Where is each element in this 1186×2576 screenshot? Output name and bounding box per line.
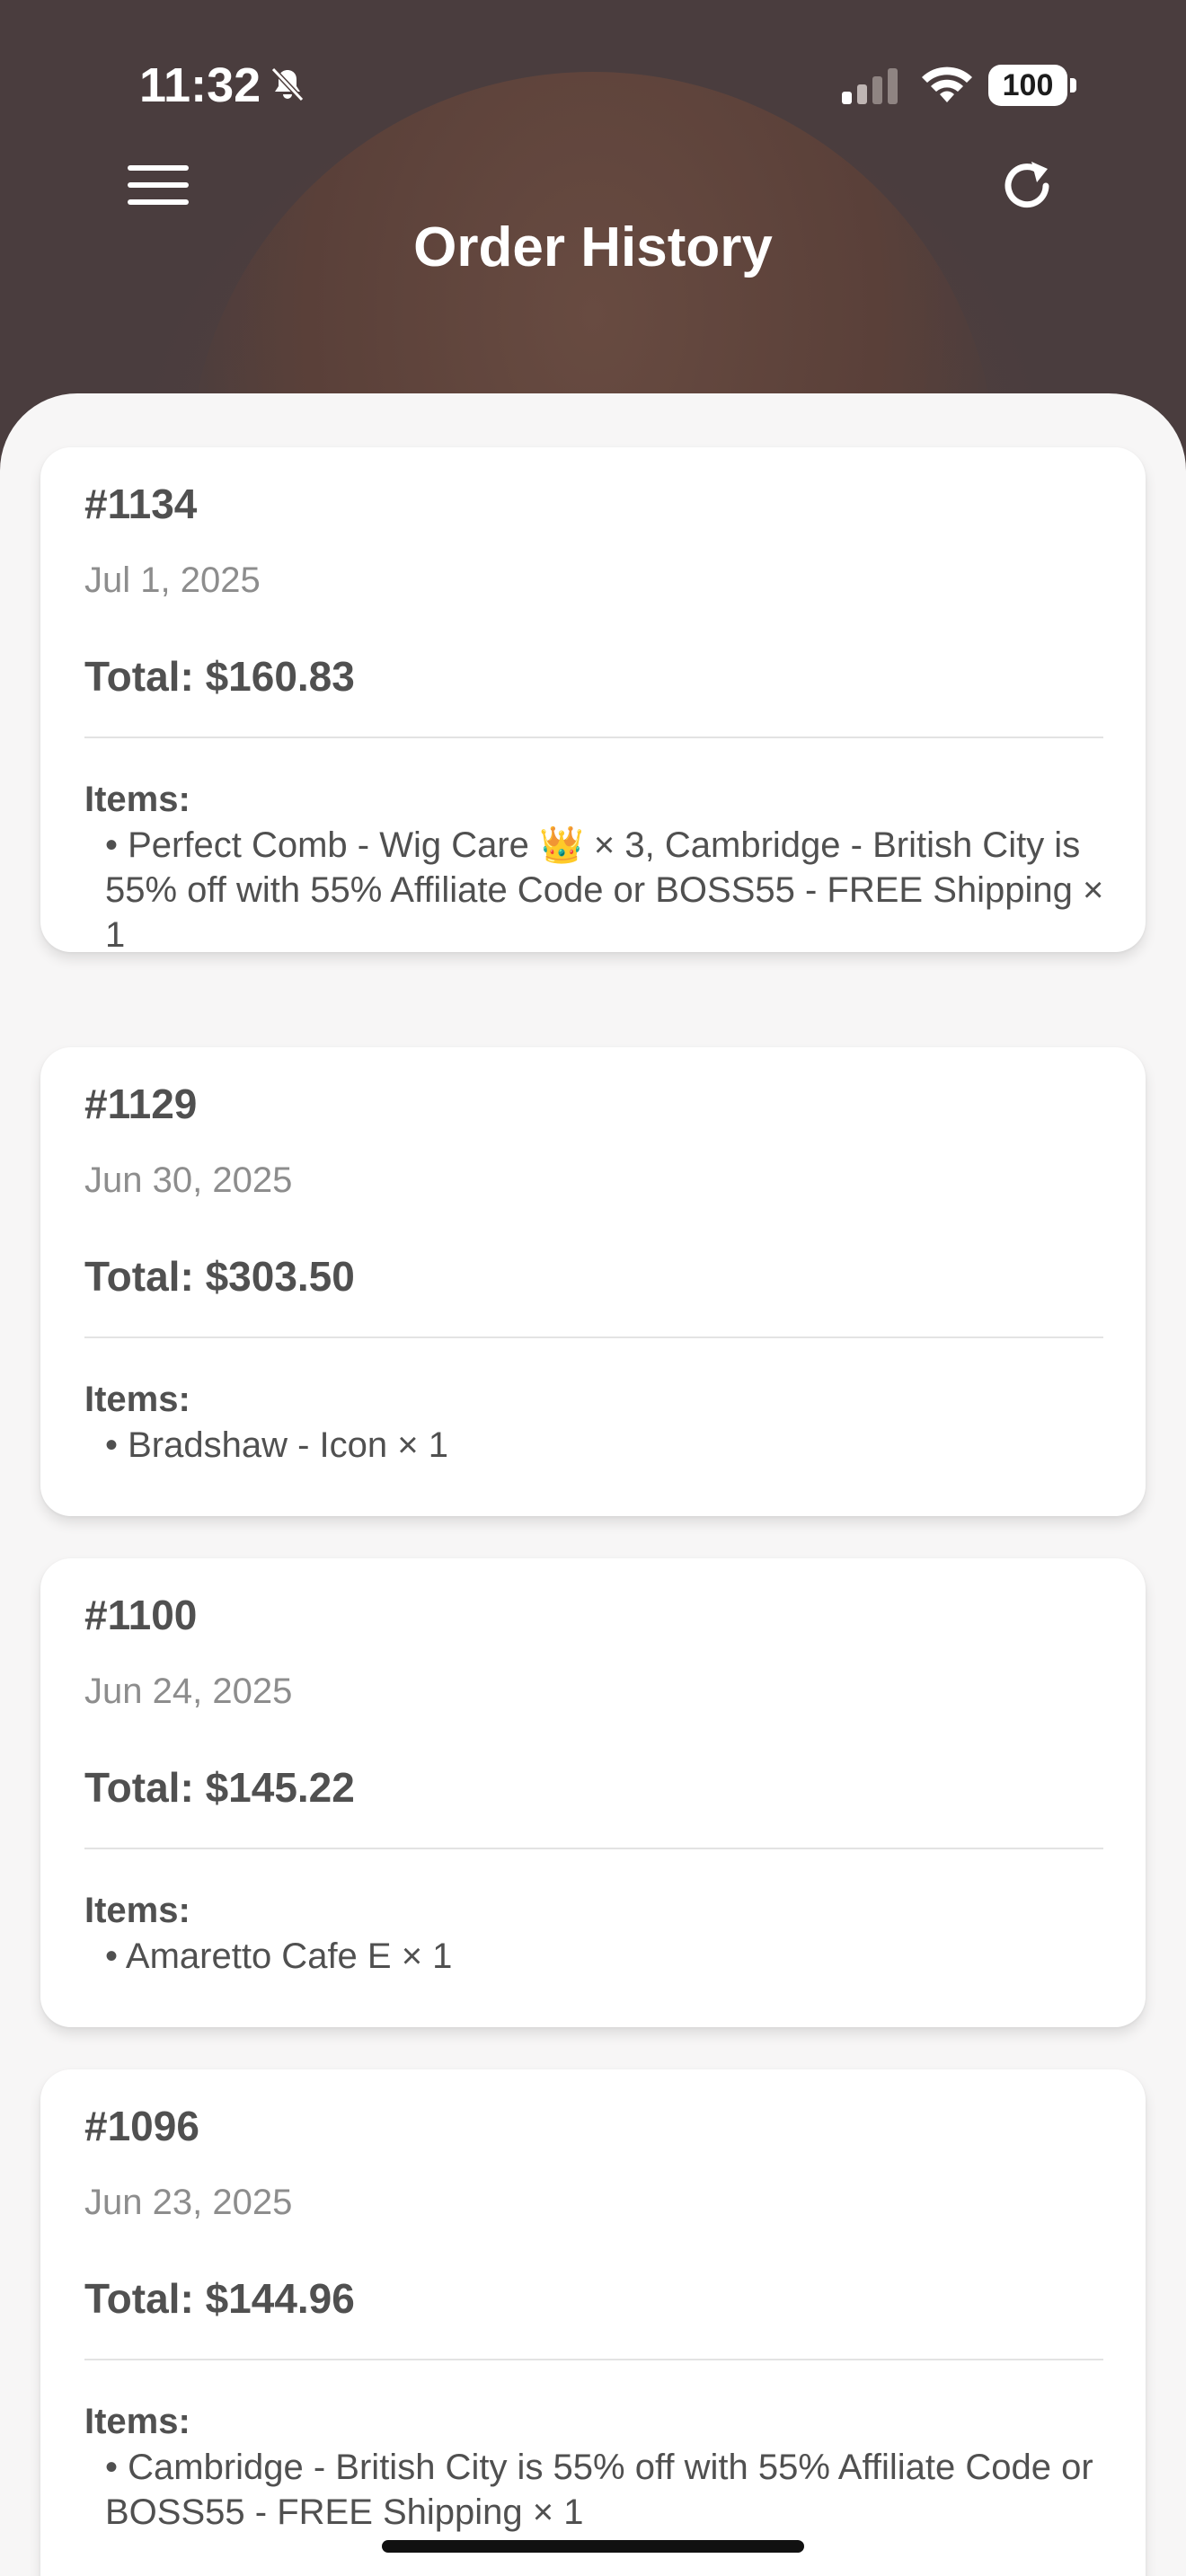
order-list-sheet: #1134 Jul 1, 2025 Total: $160.83 Items: … xyxy=(0,393,1186,2576)
bell-slash-icon xyxy=(270,66,305,102)
hamburger-menu-icon[interactable] xyxy=(124,158,196,212)
battery-level: 100 xyxy=(1002,68,1054,102)
items-label: Items: xyxy=(84,1891,190,1930)
page-title: Order History xyxy=(413,216,773,278)
order-items: • Amaretto Cafe E × 1 xyxy=(105,1936,453,1976)
items-label: Items: xyxy=(84,780,190,819)
divider xyxy=(84,1848,1103,1849)
items-label: Items: xyxy=(84,1380,190,1419)
status-bar: 11:32 100 xyxy=(0,0,1186,135)
battery-icon: 100 xyxy=(988,65,1078,106)
items-label: Items: xyxy=(84,2402,190,2441)
refresh-icon[interactable] xyxy=(996,154,1058,217)
divider xyxy=(84,1337,1103,1338)
divider xyxy=(84,737,1103,738)
order-id: #1096 xyxy=(84,2103,199,2149)
status-time: 11:32 xyxy=(139,58,261,112)
order-total: Total: $145.22 xyxy=(84,1764,355,1811)
home-indicator[interactable] xyxy=(382,2540,804,2553)
order-total: Total: $144.96 xyxy=(84,2275,355,2322)
divider xyxy=(84,2359,1103,2360)
order-total: Total: $303.50 xyxy=(84,1253,355,1300)
order-date: Jun 24, 2025 xyxy=(84,1672,293,1711)
order-card[interactable]: #1100 Jun 24, 2025 Total: $145.22 Items:… xyxy=(40,1558,1146,2027)
order-items: • Cambridge - British City is 55% off wi… xyxy=(105,2448,1093,2532)
wifi-icon xyxy=(922,66,972,102)
order-items: • Bradshaw - Icon × 1 xyxy=(105,1425,448,1465)
order-date: Jul 1, 2025 xyxy=(84,560,261,600)
order-date: Jun 30, 2025 xyxy=(84,1160,293,1200)
order-card[interactable]: #1096 Jun 23, 2025 Total: $144.96 Items:… xyxy=(40,2069,1146,2576)
order-date: Jun 23, 2025 xyxy=(84,2183,293,2222)
order-card[interactable]: #1129 Jun 30, 2025 Total: $303.50 Items:… xyxy=(40,1047,1146,1516)
order-total: Total: $160.83 xyxy=(84,653,355,700)
order-card[interactable]: #1134 Jul 1, 2025 Total: $160.83 Items: … xyxy=(40,447,1146,955)
order-id: #1129 xyxy=(84,1081,198,1127)
order-id: #1134 xyxy=(84,481,198,527)
order-id: #1100 xyxy=(84,1592,198,1638)
order-items: • Perfect Comb - Wig Care 👑 × 3, Cambrid… xyxy=(105,825,1104,955)
cellular-signal-icon xyxy=(842,68,898,104)
